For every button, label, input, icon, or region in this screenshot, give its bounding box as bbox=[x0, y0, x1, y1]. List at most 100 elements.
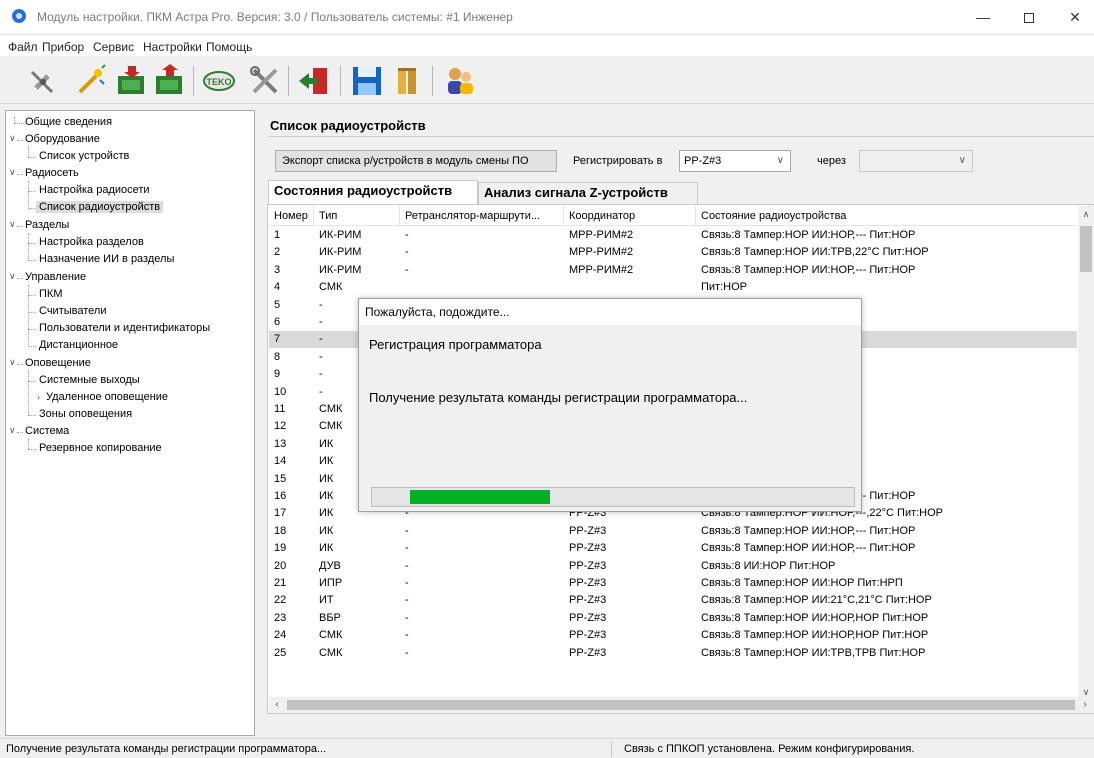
menu-help[interactable]: Помощь bbox=[206, 40, 252, 54]
table-row[interactable]: 19 ИК - РР-Z#3 Связь:8 Тампер:НОР ИИ:НОР,---… bbox=[269, 540, 1077, 557]
tab-signal-analysis[interactable]: Анализ сигнала Z-устройств bbox=[478, 182, 698, 204]
tree-item-notification[interactable]: Оповещение bbox=[25, 357, 91, 369]
satellite-icon[interactable] bbox=[26, 64, 60, 98]
table-cell: 22 bbox=[274, 594, 287, 607]
tree-item-pkm[interactable]: ПКМ bbox=[39, 288, 62, 300]
table-cell: ДУВ bbox=[319, 559, 341, 572]
scroll-thumb[interactable] bbox=[1080, 226, 1092, 272]
tools-icon[interactable] bbox=[248, 64, 282, 98]
tree-item-control[interactable]: Управление bbox=[25, 271, 86, 283]
expand-icon[interactable]: ∨ bbox=[9, 357, 16, 368]
scroll-left-icon[interactable]: ‹ bbox=[269, 697, 285, 713]
expand-icon[interactable]: ∨ bbox=[9, 133, 16, 144]
scroll-up-icon[interactable]: ∧ bbox=[1078, 206, 1094, 222]
table-row[interactable]: 20 ДУВ - РР-Z#3 Связь:8 ИИ:НОР Пит:НОР bbox=[269, 558, 1077, 575]
tree-item-system-outputs[interactable]: Системные выходы bbox=[39, 374, 140, 386]
menu-service[interactable]: Сервис bbox=[93, 40, 134, 54]
menu-file[interactable]: Файл bbox=[8, 40, 38, 54]
register-label: Регистрировать в bbox=[573, 155, 663, 167]
column-header[interactable]: Ретранслятор-маршрути... bbox=[400, 206, 564, 226]
expand-icon[interactable]: ∨ bbox=[9, 271, 16, 282]
register-select[interactable]: РР-Z#3 ∨ bbox=[679, 150, 791, 172]
table-cell: 20 bbox=[274, 559, 287, 572]
table-header: Номер Тип Ретранслятор-маршрути... Коорд… bbox=[269, 206, 1077, 226]
device-read-icon[interactable] bbox=[114, 64, 148, 98]
tree-item-backup[interactable]: Резервное копирование bbox=[39, 442, 162, 454]
register-value: РР-Z#3 bbox=[684, 155, 722, 167]
toolbar-separator bbox=[193, 66, 194, 96]
title-bar: Модуль настройки. ПКМ Астра Pro. Версия:… bbox=[0, 0, 1094, 33]
tree-item-radio-devices[interactable]: Список радиоустройств bbox=[36, 201, 164, 213]
table-cell: Связь:8 Тампер:НОР ИИ:НОР Пит:НРП bbox=[701, 577, 903, 589]
table-cell: 14 bbox=[274, 455, 287, 468]
expand-icon[interactable]: ∨ bbox=[9, 167, 16, 178]
horizontal-scrollbar[interactable]: ‹ › bbox=[269, 697, 1094, 713]
table-row[interactable]: 3 ИК-РИМ - МРР-РИМ#2 Связь:8 Тампер:НОР ИИ:Н… bbox=[269, 262, 1077, 279]
device-write-icon[interactable] bbox=[152, 64, 186, 98]
tree-item-notification-zones[interactable]: Зоны оповещения bbox=[39, 408, 132, 420]
tree-item-system[interactable]: Система bbox=[25, 425, 69, 437]
tree-item-general[interactable]: Общие сведения bbox=[25, 116, 112, 128]
column-header[interactable]: Тип bbox=[314, 206, 400, 226]
tree-item-radio-network[interactable]: Радиосеть bbox=[25, 167, 79, 179]
collapse-icon[interactable]: › bbox=[37, 392, 40, 402]
vertical-scrollbar[interactable]: ∧ ∨ bbox=[1078, 206, 1094, 700]
column-header[interactable]: Номер bbox=[269, 206, 314, 226]
open-icon[interactable] bbox=[392, 64, 426, 98]
tree-item-remote[interactable]: Дистанционное bbox=[39, 339, 118, 351]
progress-bar bbox=[371, 487, 855, 507]
table-row[interactable]: 21 ИПР - РР-Z#3 Связь:8 Тампер:НОР ИИ:НОР Пи… bbox=[269, 575, 1077, 592]
table-row[interactable]: 22 ИТ - РР-Z#3 Связь:8 Тампер:НОР ИИ:21°С,21… bbox=[269, 592, 1077, 609]
save-icon[interactable] bbox=[350, 64, 384, 98]
tab-device-states[interactable]: Состояния радиоустройств bbox=[268, 180, 478, 204]
users-icon[interactable] bbox=[443, 64, 477, 98]
table-row[interactable]: 23 ВБР - РР-Z#3 Связь:8 Тампер:НОР ИИ:НОР,НО… bbox=[269, 610, 1077, 627]
table-cell: 12 bbox=[274, 420, 287, 433]
table-cell: СМК bbox=[319, 646, 343, 659]
exit-icon[interactable] bbox=[297, 64, 331, 98]
table-cell: 8 bbox=[274, 350, 281, 363]
table-cell: 11 bbox=[274, 403, 286, 415]
table-cell: МРР-РИМ#2 bbox=[569, 229, 634, 241]
table-row[interactable]: 18 ИК - РР-Z#3 Связь:8 Тампер:НОР ИИ:НОР,---… bbox=[269, 523, 1077, 540]
menu-settings[interactable]: Настройки bbox=[143, 40, 202, 54]
column-header[interactable]: Координатор bbox=[564, 206, 696, 226]
table-cell: РР-Z#3 bbox=[569, 611, 607, 624]
table-row[interactable]: 24 СМК - РР-Z#3 Связь:8 Тампер:НОР ИИ:НОР,НО… bbox=[269, 627, 1077, 644]
close-button[interactable]: ✕ bbox=[1052, 4, 1094, 30]
via-select[interactable]: ∨ bbox=[859, 150, 973, 172]
menu-device[interactable]: Прибор bbox=[42, 40, 84, 54]
page-title: Список радиоустройств bbox=[270, 118, 426, 133]
table-row[interactable]: 2 ИК-РИМ - МРР-РИМ#2 Связь:8 Тампер:НОР ИИ:Т… bbox=[269, 244, 1077, 261]
teko-icon[interactable]: TEKO bbox=[202, 64, 236, 98]
table-cell: - bbox=[405, 263, 409, 276]
wand-icon[interactable] bbox=[74, 64, 108, 98]
tree-item-ii-assignment[interactable]: Назначение ИИ в разделы bbox=[39, 253, 174, 265]
tree-item-users-ids[interactable]: Пользователи и идентификаторы bbox=[39, 322, 210, 334]
table-cell: 10 bbox=[274, 385, 287, 398]
tree-item-radio-setup[interactable]: Настройка радиосети bbox=[39, 184, 150, 196]
expand-icon[interactable]: ∨ bbox=[9, 219, 16, 230]
table-cell: РР-Z#3 bbox=[569, 559, 607, 572]
tree-item-device-list[interactable]: Список устройств bbox=[39, 150, 129, 162]
toolbar: TEKO bbox=[0, 58, 1094, 104]
scroll-thumb[interactable] bbox=[287, 700, 1075, 710]
minimize-button[interactable]: — bbox=[960, 4, 1006, 30]
tree-item-partitions[interactable]: Разделы bbox=[25, 219, 69, 231]
table-row[interactable]: 25 СМК - РР-Z#3 Связь:8 Тампер:НОР ИИ:ТРВ,ТР… bbox=[269, 645, 1077, 662]
tree-item-remote-notification[interactable]: Удаленное оповещение bbox=[46, 391, 168, 403]
column-header[interactable]: Состояние радиоустройства bbox=[696, 206, 1077, 226]
tree-item-equipment[interactable]: Оборудование bbox=[25, 133, 100, 145]
table-cell: 4 bbox=[274, 281, 281, 294]
dialog-message: Регистрация программатора bbox=[369, 337, 542, 352]
tree-item-partition-setup[interactable]: Настройка разделов bbox=[39, 236, 144, 248]
divider bbox=[268, 136, 1094, 137]
maximize-button[interactable] bbox=[1006, 4, 1052, 30]
expand-icon[interactable]: ∨ bbox=[9, 425, 16, 436]
table-row[interactable]: 1 ИК-РИМ - МРР-РИМ#2 Связь:8 Тампер:НОР ИИ:Н… bbox=[269, 227, 1077, 244]
table-row[interactable]: 4 СМК Пит:НОР bbox=[269, 279, 1077, 296]
table-cell: 17 bbox=[274, 507, 287, 520]
export-button[interactable]: Экспорт списка р/устройств в модуль смен… bbox=[275, 150, 557, 172]
tree-item-readers[interactable]: Считыватели bbox=[39, 305, 106, 317]
scroll-right-icon[interactable]: › bbox=[1077, 697, 1093, 713]
